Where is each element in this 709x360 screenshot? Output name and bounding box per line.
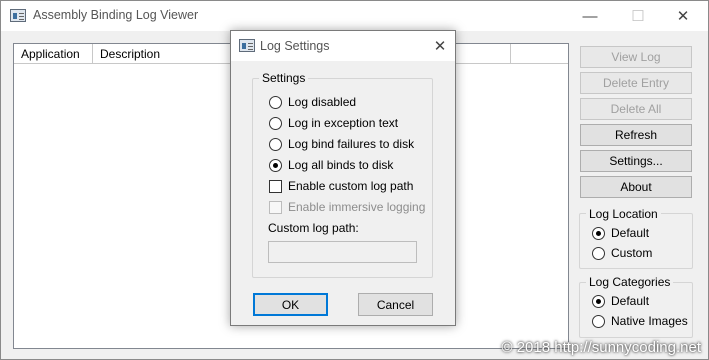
log-categories-default-label: Default xyxy=(611,294,650,308)
minimize-icon[interactable]: — xyxy=(575,1,605,31)
column-header-date-time[interactable]: me xyxy=(511,44,568,64)
view-log-button[interactable]: View Log xyxy=(580,46,692,68)
checkbox-icon xyxy=(269,200,282,214)
log-disabled-label: Log disabled xyxy=(288,95,357,109)
log-location-custom-label: Custom xyxy=(611,246,653,260)
about-button[interactable]: About xyxy=(580,176,692,198)
log-in-exception-text-label: Log in exception text xyxy=(288,116,399,130)
log-categories-native-images-option[interactable]: Native Images xyxy=(592,313,688,329)
custom-log-path-input[interactable] xyxy=(268,241,417,263)
settings-group-label: Settings xyxy=(259,71,309,85)
enable-immersive-logging-label: Enable immersive logging xyxy=(288,200,426,214)
log-location-default-option[interactable]: Default xyxy=(592,225,649,241)
column-header-application[interactable]: Application xyxy=(14,44,93,64)
custom-log-path-label: Custom log path: xyxy=(268,221,359,235)
log-in-exception-text-option[interactable]: Log in exception text xyxy=(269,115,398,131)
log-bind-failures-label: Log bind failures to disk xyxy=(288,137,415,151)
radio-button-icon[interactable] xyxy=(269,116,282,130)
log-categories-group xyxy=(579,282,693,338)
dialog-close-icon[interactable]: ✕ xyxy=(425,31,455,61)
main-window-title: Assembly Binding Log Viewer xyxy=(33,8,199,22)
log-categories-default-option[interactable]: Default xyxy=(592,293,649,309)
radio-button-icon[interactable] xyxy=(592,314,605,328)
radio-button-icon[interactable] xyxy=(592,246,605,260)
log-settings-dialog: Log Settings ✕ Settings Log disabled Log… xyxy=(230,30,456,326)
radio-button-icon[interactable] xyxy=(269,158,282,172)
radio-button-icon[interactable] xyxy=(592,294,605,308)
log-bind-failures-option[interactable]: Log bind failures to disk xyxy=(269,136,414,152)
enable-immersive-logging-checkbox: Enable immersive logging xyxy=(269,199,425,215)
cancel-button[interactable]: Cancel xyxy=(358,293,433,316)
enable-custom-log-path-label: Enable custom log path xyxy=(288,179,414,193)
settings-button[interactable]: Settings... xyxy=(580,150,692,172)
enable-custom-log-path-checkbox[interactable]: Enable custom log path xyxy=(269,178,413,194)
radio-button-icon[interactable] xyxy=(269,95,282,109)
log-location-label: Log Location xyxy=(586,207,661,221)
checkbox-icon[interactable] xyxy=(269,179,282,193)
radio-button-icon[interactable] xyxy=(269,137,282,151)
log-location-custom-option[interactable]: Custom xyxy=(592,245,652,261)
radio-button-icon[interactable] xyxy=(592,226,605,240)
watermark: © 2018 http://sunnycoding.net xyxy=(501,339,701,356)
log-all-binds-label: Log all binds to disk xyxy=(288,158,394,172)
delete-all-button[interactable]: Delete All xyxy=(580,98,692,120)
ok-button[interactable]: OK xyxy=(253,293,328,316)
log-location-default-label: Default xyxy=(611,226,650,240)
app-icon xyxy=(10,9,26,22)
dialog-app-icon xyxy=(239,39,255,52)
log-disabled-option[interactable]: Log disabled xyxy=(269,94,356,110)
close-icon[interactable]: ✕ xyxy=(668,1,698,31)
delete-entry-button[interactable]: Delete Entry xyxy=(580,72,692,94)
log-categories-label: Log Categories xyxy=(586,275,674,289)
log-categories-native-images-label: Native Images xyxy=(611,314,688,328)
dialog-title: Log Settings xyxy=(260,39,330,53)
maximize-icon: ☐ xyxy=(631,8,645,25)
refresh-button[interactable]: Refresh xyxy=(580,124,692,146)
dialog-titlebar[interactable]: Log Settings ✕ xyxy=(231,31,455,61)
main-titlebar[interactable]: Assembly Binding Log Viewer — ☐ ✕ xyxy=(1,1,708,31)
log-all-binds-option[interactable]: Log all binds to disk xyxy=(269,157,393,173)
